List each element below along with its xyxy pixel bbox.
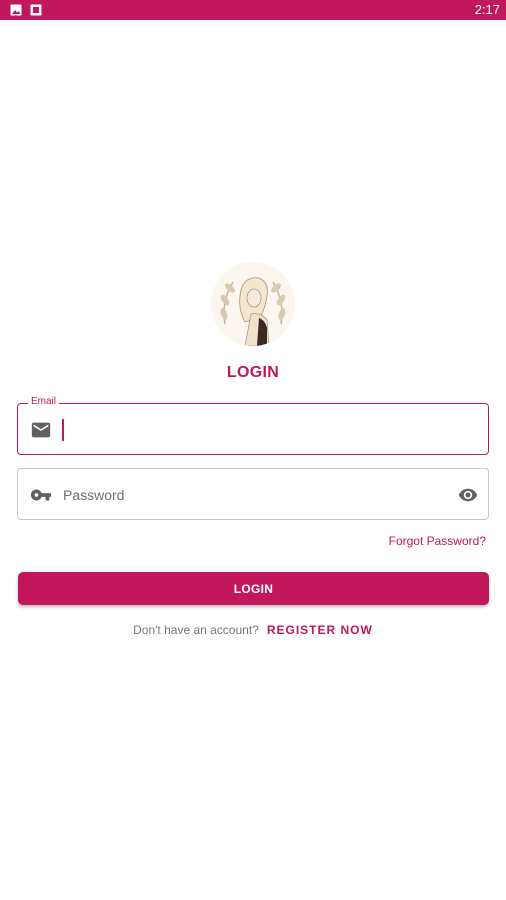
email-field[interactable]: Email	[17, 396, 489, 456]
status-bar: 2:17	[0, 0, 506, 20]
app-logo	[211, 262, 295, 346]
register-row: Don't have an account? REGISTER NOW	[0, 623, 506, 637]
login-button[interactable]: LOGIN	[18, 572, 489, 605]
email-input[interactable]	[61, 404, 445, 456]
forgot-password-link[interactable]: Forgot Password?	[389, 534, 486, 548]
password-input[interactable]	[61, 469, 445, 521]
image-icon	[10, 4, 22, 16]
password-field[interactable]	[17, 468, 489, 521]
key-icon	[30, 489, 52, 501]
register-prompt: Don't have an account?	[133, 623, 259, 637]
eye-icon[interactable]	[458, 485, 478, 505]
register-now-link[interactable]: REGISTER NOW	[267, 623, 373, 637]
mail-icon	[31, 422, 51, 438]
status-time: 2:17	[474, 2, 500, 17]
login-title: LOGIN	[226, 364, 280, 381]
email-label: Email	[28, 396, 60, 408]
photo-icon	[30, 4, 42, 16]
